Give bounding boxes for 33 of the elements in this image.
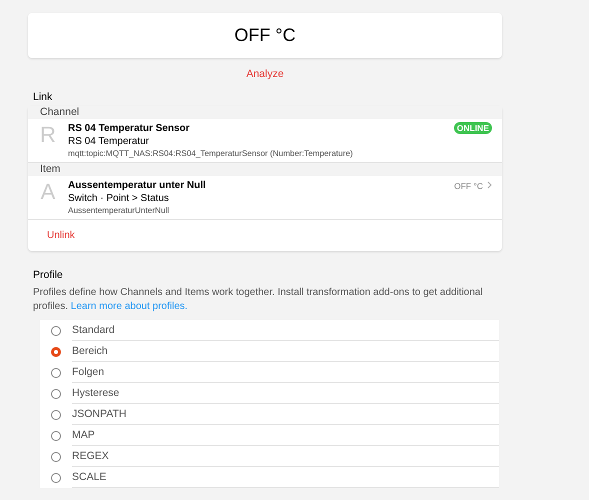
radio-button[interactable]: [51, 326, 61, 336]
status-badge: ONLINE: [454, 122, 492, 134]
radio-button[interactable]: [51, 368, 61, 378]
section-title: Link: [33, 91, 54, 103]
profile-option-label[interactable]: Hysterese: [72, 387, 120, 399]
radio-button[interactable]: [51, 452, 61, 462]
profile-option-label[interactable]: Folgen: [72, 366, 104, 378]
chevron-right-icon: [487, 181, 492, 189]
channel-header: Channel: [28, 106, 502, 119]
unlink-link[interactable]: Unlink: [47, 230, 75, 241]
channel-subtitle: RS 04 Temperatur: [68, 135, 150, 148]
radio-button[interactable]: [51, 346, 61, 356]
item-header: Item: [28, 163, 502, 176]
channel-title: RS 04 Temperatur Sensor: [68, 122, 191, 135]
item-title: Aussentemperatur unter Null: [68, 179, 207, 192]
profile-option-label[interactable]: Standard: [72, 324, 115, 336]
radio-button[interactable]: [51, 430, 61, 440]
section-title: Profile: [33, 269, 64, 281]
channel-uid: mqtt:topic:MQTT_NAS:RS04:RS04_TemperaturSensor (Number:Temperature): [68, 148, 354, 159]
profile-option-label[interactable]: REGEX: [72, 450, 109, 462]
radio-button[interactable]: [51, 410, 61, 420]
state-value: OFF °C: [234, 25, 296, 46]
profile-description: Profiles define how Channels and Items work together. Install transformation add-ons to get additional profiles. Learn more about profiles.: [33, 286, 484, 314]
radio-button[interactable]: [51, 388, 61, 398]
item-subtitle: Switch · Point > Status: [68, 192, 170, 205]
profile-option-label[interactable]: SCALE: [72, 471, 106, 483]
radio-button[interactable]: [51, 472, 61, 482]
analyze-link[interactable]: Analyze: [246, 68, 284, 80]
item-state: OFF °C: [454, 181, 483, 191]
profile-option-label[interactable]: MAP: [72, 429, 95, 441]
profile-option-label[interactable]: JSONPATH: [72, 408, 126, 420]
item-name: AussentemperaturUnterNull: [68, 205, 170, 216]
profile-option-label[interactable]: Bereich: [72, 345, 108, 357]
